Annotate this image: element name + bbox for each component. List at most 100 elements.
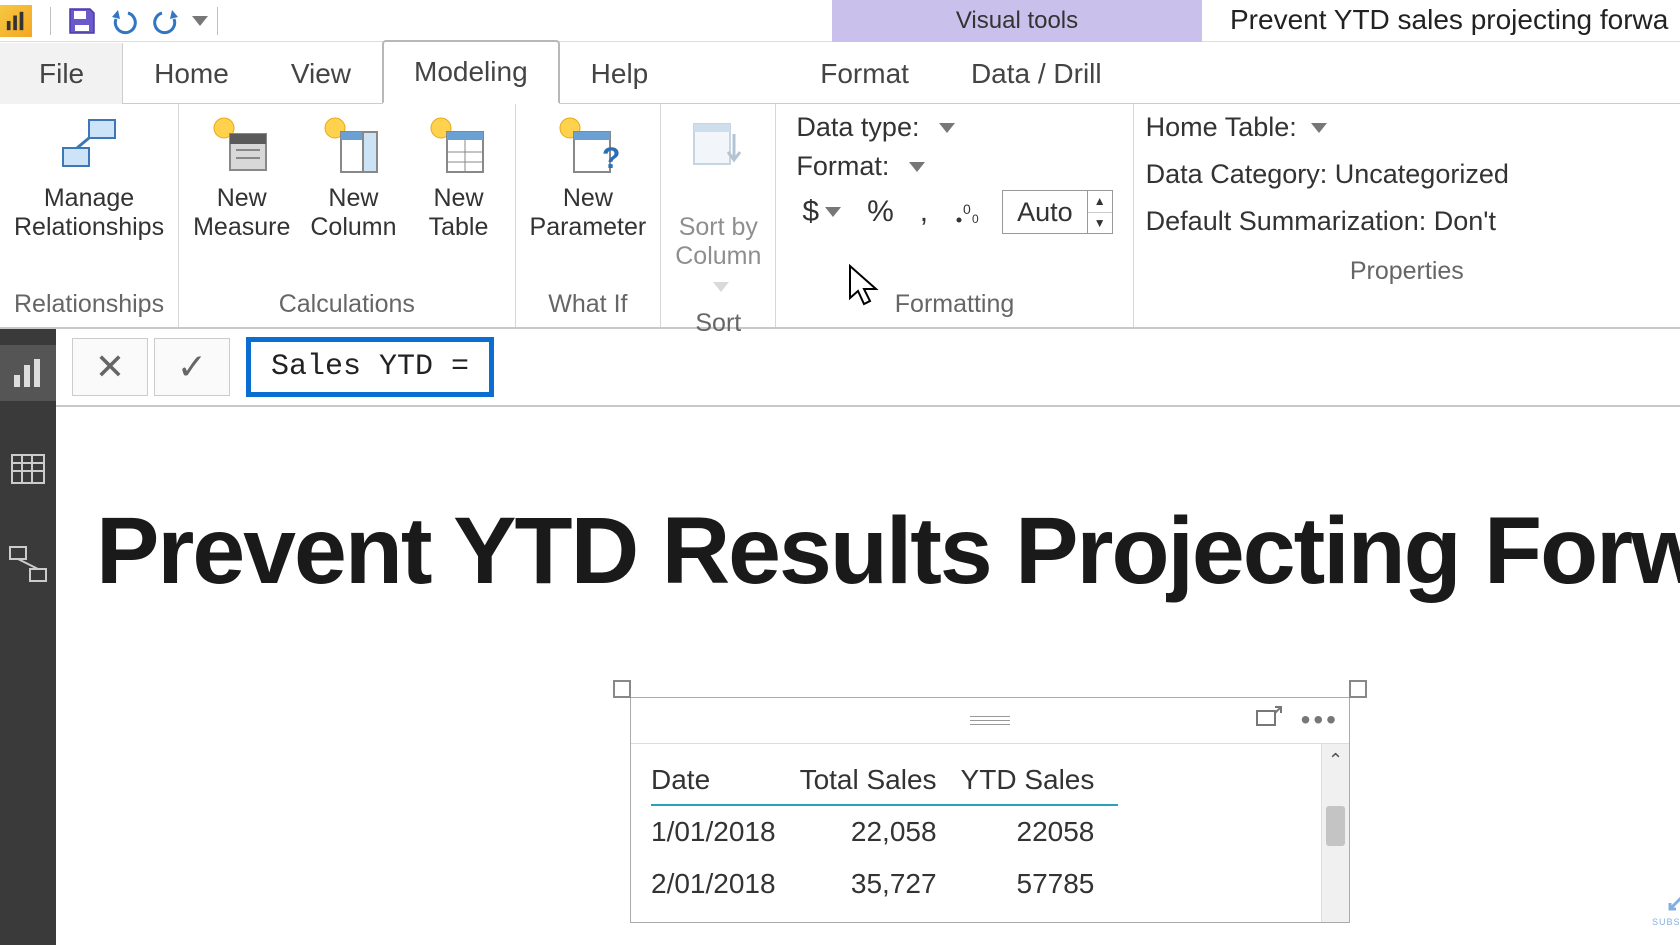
scroll-up-arrow[interactable]: ⌃ (1322, 750, 1349, 771)
decimal-places-icon-button[interactable]: 0 0 (948, 196, 988, 228)
subscribe-watermark: SUBSCRIBE (1652, 877, 1680, 927)
document-title: Prevent YTD sales projecting forwa (1230, 4, 1668, 36)
save-button[interactable] (61, 1, 103, 41)
nav-report-view[interactable] (0, 345, 56, 401)
comma-icon: , (920, 195, 928, 229)
cell-ytd: 22058 (961, 805, 1119, 858)
cell-date: 2/01/2018 (651, 858, 800, 910)
tab-modeling[interactable]: Modeling (382, 40, 560, 104)
new-column-icon (321, 114, 385, 178)
group-calculations: New Measure New Column (179, 104, 515, 327)
decimal-icon: 0 0 (954, 198, 982, 226)
nav-data-view[interactable] (0, 441, 56, 497)
redo-button[interactable] (145, 1, 187, 41)
spinner-up[interactable]: ▲ (1088, 191, 1112, 213)
resize-handle-tl[interactable] (613, 680, 631, 698)
group-sort: Sort by Column Sort (661, 104, 776, 327)
svg-text:0: 0 (963, 201, 971, 217)
tab-home[interactable]: Home (123, 43, 260, 104)
tab-file[interactable]: File (0, 43, 123, 104)
work-area: ✕ ✓ Sales YTD = Prevent YTD Results Proj… (0, 329, 1680, 945)
qat-customize-dropdown[interactable] (187, 16, 207, 26)
title-bar: Visual tools Prevent YTD sales projectin… (0, 0, 1680, 42)
col-date[interactable]: Date (651, 756, 800, 805)
relationships-group-label: Relationships (6, 286, 172, 325)
spinner-down[interactable]: ▼ (1088, 213, 1112, 234)
powerbi-icon (5, 10, 27, 32)
sort-by-column-button[interactable]: Sort by Column (667, 108, 769, 305)
formula-input[interactable]: Sales YTD = (246, 337, 494, 397)
format-dropdown[interactable] (909, 162, 925, 172)
group-relationships: Manage Relationships Relationships (0, 104, 179, 327)
format-label: Format: (796, 151, 889, 182)
default-summarization-label: Default Summarization: Don't (1146, 206, 1496, 237)
data-type-dropdown[interactable] (939, 123, 955, 133)
new-measure-icon (210, 114, 274, 178)
chevron-down-icon (713, 282, 729, 292)
drag-grip-icon[interactable] (970, 716, 1010, 726)
new-table-button[interactable]: New Table (409, 108, 509, 248)
scroll-thumb[interactable] (1326, 806, 1345, 846)
manage-relationships-label: Manage Relationships (14, 184, 164, 242)
percent-format-button[interactable]: % (861, 193, 900, 231)
tab-help[interactable]: Help (560, 43, 680, 104)
col-ytd-sales[interactable]: YTD Sales (961, 756, 1119, 805)
focus-mode-icon[interactable] (1253, 705, 1283, 735)
group-properties: Home Table: Data Category: Uncategorized… (1134, 104, 1680, 327)
visual-header: ••• (631, 698, 1349, 744)
relationships-icon (57, 114, 121, 178)
calculations-group-label: Calculations (185, 286, 508, 325)
new-parameter-button[interactable]: ? New Parameter (522, 108, 655, 248)
redo-icon (150, 5, 182, 37)
chevron-down-icon (825, 207, 841, 217)
currency-format-button[interactable]: $ (796, 193, 847, 231)
new-table-label: New Table (429, 184, 489, 242)
new-column-button[interactable]: New Column (302, 108, 404, 248)
table-header-row: Date Total Sales YTD Sales (651, 756, 1118, 805)
qat-separator (50, 7, 51, 35)
subscribe-label: SUBSCRIBE (1652, 917, 1680, 927)
tab-data-drill[interactable]: Data / Drill (940, 43, 1133, 104)
cell-date: 1/01/2018 (651, 805, 800, 858)
chevron-down-icon (192, 16, 208, 26)
new-measure-button[interactable]: New Measure (185, 108, 298, 248)
whatif-group-label: What If (522, 286, 655, 325)
formula-commit-button[interactable]: ✓ (154, 338, 230, 396)
ribbon-tabs: File Home View Modeling Help Format Data… (0, 42, 1680, 104)
qat-separator-2 (217, 7, 218, 35)
table-row[interactable]: 2/01/2018 35,727 57785 (651, 858, 1118, 910)
undo-button[interactable] (103, 1, 145, 41)
resize-handle-tr[interactable] (1349, 680, 1367, 698)
properties-group-label: Properties (1146, 253, 1668, 292)
currency-icon: $ (802, 195, 819, 229)
tab-view[interactable]: View (260, 43, 382, 104)
data-category-label: Data Category: Uncategorized (1146, 159, 1509, 190)
report-canvas[interactable]: Prevent YTD Results Projecting Forw (56, 407, 1680, 945)
thousands-separator-button[interactable]: , (914, 193, 934, 231)
svg-text:?: ? (602, 142, 620, 175)
new-parameter-label: New Parameter (530, 184, 647, 242)
cell-total: 35,727 (800, 858, 961, 910)
more-options-icon[interactable]: ••• (1301, 704, 1339, 736)
model-icon (6, 543, 50, 587)
report-icon (8, 353, 48, 393)
percent-icon: % (867, 195, 894, 229)
new-parameter-icon: ? (556, 114, 620, 178)
sort-by-column-label: Sort by Column (675, 184, 761, 299)
table-row[interactable]: 1/01/2018 22,058 22058 (651, 805, 1118, 858)
vertical-scrollbar[interactable]: ⌃ (1321, 744, 1349, 922)
data-icon (8, 449, 48, 489)
col-total-sales[interactable]: Total Sales (800, 756, 961, 805)
table-visual[interactable]: ••• Date Total Sales YTD Sales (630, 697, 1350, 923)
manage-relationships-button[interactable]: Manage Relationships (6, 108, 172, 248)
new-column-label: New Column (310, 184, 396, 242)
save-icon (66, 5, 98, 37)
subscribe-icon (1662, 877, 1680, 917)
home-table-dropdown[interactable] (1311, 123, 1327, 133)
data-type-label: Data type: (796, 112, 919, 143)
tab-format[interactable]: Format (789, 43, 940, 104)
decimal-places-spinner[interactable]: Auto ▲ ▼ (1002, 190, 1113, 234)
nav-model-view[interactable] (0, 537, 56, 593)
cell-ytd: 57785 (961, 858, 1119, 910)
formula-cancel-button[interactable]: ✕ (72, 338, 148, 396)
